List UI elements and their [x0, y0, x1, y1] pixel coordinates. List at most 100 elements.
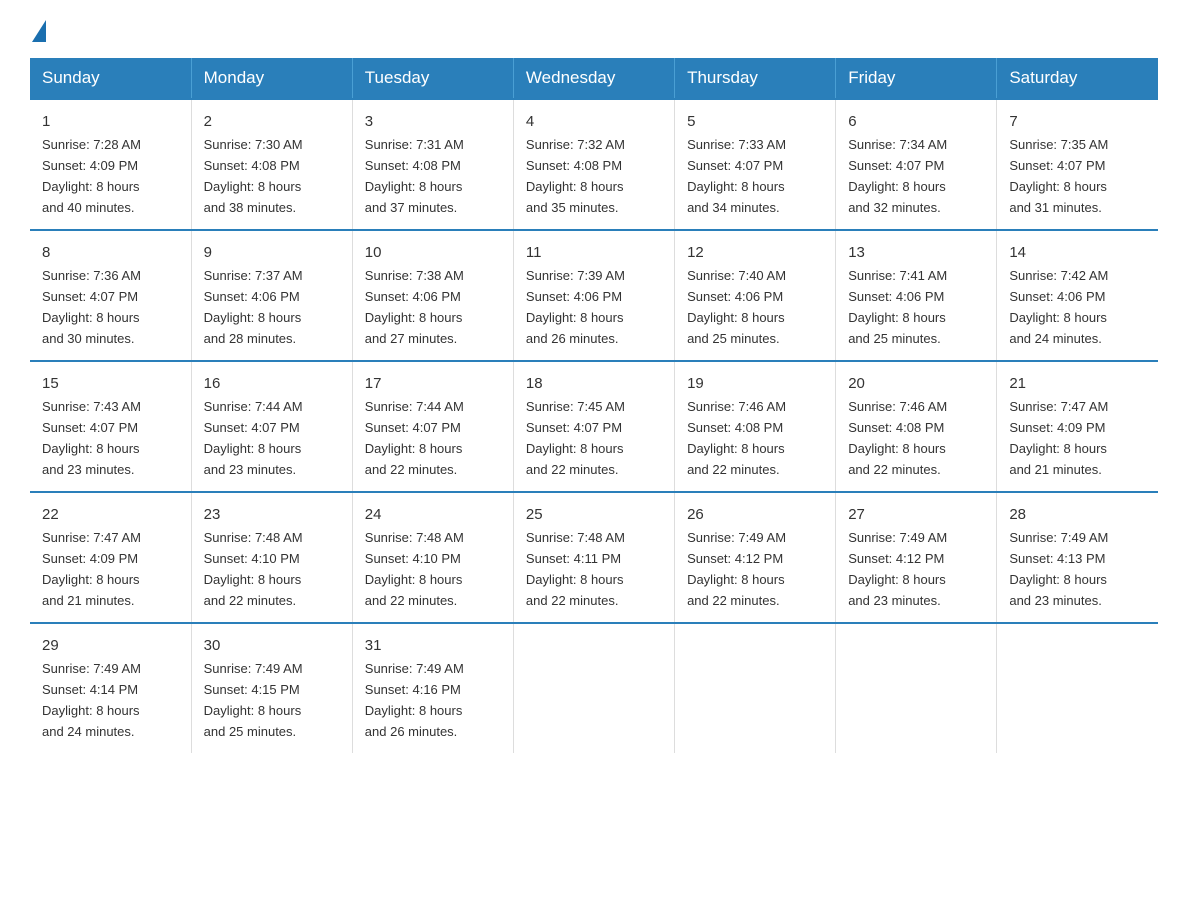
calendar-day-cell: 20 Sunrise: 7:46 AMSunset: 4:08 PMDaylig… — [836, 361, 997, 492]
day-info: Sunrise: 7:49 AMSunset: 4:16 PMDaylight:… — [365, 661, 464, 739]
day-info: Sunrise: 7:49 AMSunset: 4:15 PMDaylight:… — [204, 661, 303, 739]
calendar-day-cell: 24 Sunrise: 7:48 AMSunset: 4:10 PMDaylig… — [352, 492, 513, 623]
calendar-day-cell: 17 Sunrise: 7:44 AMSunset: 4:07 PMDaylig… — [352, 361, 513, 492]
calendar-empty-cell — [513, 623, 674, 753]
calendar-day-cell: 9 Sunrise: 7:37 AMSunset: 4:06 PMDayligh… — [191, 230, 352, 361]
day-number: 18 — [526, 372, 662, 395]
day-info: Sunrise: 7:41 AMSunset: 4:06 PMDaylight:… — [848, 268, 947, 346]
calendar-week-row: 1 Sunrise: 7:28 AMSunset: 4:09 PMDayligh… — [30, 99, 1158, 230]
day-number: 16 — [204, 372, 340, 395]
day-info: Sunrise: 7:30 AMSunset: 4:08 PMDaylight:… — [204, 137, 303, 215]
day-info: Sunrise: 7:36 AMSunset: 4:07 PMDaylight:… — [42, 268, 141, 346]
day-number: 20 — [848, 372, 984, 395]
day-info: Sunrise: 7:48 AMSunset: 4:10 PMDaylight:… — [365, 530, 464, 608]
day-number: 5 — [687, 110, 823, 133]
day-info: Sunrise: 7:49 AMSunset: 4:12 PMDaylight:… — [848, 530, 947, 608]
day-info: Sunrise: 7:35 AMSunset: 4:07 PMDaylight:… — [1009, 137, 1108, 215]
calendar-week-row: 29 Sunrise: 7:49 AMSunset: 4:14 PMDaylig… — [30, 623, 1158, 753]
day-info: Sunrise: 7:34 AMSunset: 4:07 PMDaylight:… — [848, 137, 947, 215]
calendar-week-row: 8 Sunrise: 7:36 AMSunset: 4:07 PMDayligh… — [30, 230, 1158, 361]
page-header — [30, 20, 1158, 38]
day-number: 10 — [365, 241, 501, 264]
calendar-day-cell: 21 Sunrise: 7:47 AMSunset: 4:09 PMDaylig… — [997, 361, 1158, 492]
day-info: Sunrise: 7:46 AMSunset: 4:08 PMDaylight:… — [848, 399, 947, 477]
calendar-day-cell: 6 Sunrise: 7:34 AMSunset: 4:07 PMDayligh… — [836, 99, 997, 230]
calendar-day-cell: 19 Sunrise: 7:46 AMSunset: 4:08 PMDaylig… — [675, 361, 836, 492]
day-number: 4 — [526, 110, 662, 133]
day-number: 14 — [1009, 241, 1146, 264]
day-number: 15 — [42, 372, 179, 395]
calendar-day-cell: 27 Sunrise: 7:49 AMSunset: 4:12 PMDaylig… — [836, 492, 997, 623]
day-number: 3 — [365, 110, 501, 133]
calendar-day-cell: 15 Sunrise: 7:43 AMSunset: 4:07 PMDaylig… — [30, 361, 191, 492]
weekday-header-row: SundayMondayTuesdayWednesdayThursdayFrid… — [30, 58, 1158, 99]
calendar-day-cell: 7 Sunrise: 7:35 AMSunset: 4:07 PMDayligh… — [997, 99, 1158, 230]
calendar-empty-cell — [997, 623, 1158, 753]
day-info: Sunrise: 7:49 AMSunset: 4:14 PMDaylight:… — [42, 661, 141, 739]
calendar-day-cell: 26 Sunrise: 7:49 AMSunset: 4:12 PMDaylig… — [675, 492, 836, 623]
weekday-header-friday: Friday — [836, 58, 997, 99]
day-number: 7 — [1009, 110, 1146, 133]
day-info: Sunrise: 7:42 AMSunset: 4:06 PMDaylight:… — [1009, 268, 1108, 346]
day-number: 23 — [204, 503, 340, 526]
day-number: 19 — [687, 372, 823, 395]
calendar-day-cell: 5 Sunrise: 7:33 AMSunset: 4:07 PMDayligh… — [675, 99, 836, 230]
day-number: 31 — [365, 634, 501, 657]
calendar-day-cell: 10 Sunrise: 7:38 AMSunset: 4:06 PMDaylig… — [352, 230, 513, 361]
calendar-day-cell: 25 Sunrise: 7:48 AMSunset: 4:11 PMDaylig… — [513, 492, 674, 623]
weekday-header-monday: Monday — [191, 58, 352, 99]
day-info: Sunrise: 7:32 AMSunset: 4:08 PMDaylight:… — [526, 137, 625, 215]
calendar-table: SundayMondayTuesdayWednesdayThursdayFrid… — [30, 58, 1158, 753]
weekday-header-tuesday: Tuesday — [352, 58, 513, 99]
day-number: 12 — [687, 241, 823, 264]
day-number: 28 — [1009, 503, 1146, 526]
calendar-week-row: 22 Sunrise: 7:47 AMSunset: 4:09 PMDaylig… — [30, 492, 1158, 623]
weekday-header-thursday: Thursday — [675, 58, 836, 99]
day-info: Sunrise: 7:43 AMSunset: 4:07 PMDaylight:… — [42, 399, 141, 477]
day-info: Sunrise: 7:48 AMSunset: 4:11 PMDaylight:… — [526, 530, 625, 608]
day-number: 22 — [42, 503, 179, 526]
day-info: Sunrise: 7:44 AMSunset: 4:07 PMDaylight:… — [365, 399, 464, 477]
calendar-empty-cell — [836, 623, 997, 753]
day-info: Sunrise: 7:45 AMSunset: 4:07 PMDaylight:… — [526, 399, 625, 477]
day-info: Sunrise: 7:48 AMSunset: 4:10 PMDaylight:… — [204, 530, 303, 608]
weekday-header-wednesday: Wednesday — [513, 58, 674, 99]
day-number: 24 — [365, 503, 501, 526]
day-number: 30 — [204, 634, 340, 657]
calendar-day-cell: 13 Sunrise: 7:41 AMSunset: 4:06 PMDaylig… — [836, 230, 997, 361]
calendar-day-cell: 29 Sunrise: 7:49 AMSunset: 4:14 PMDaylig… — [30, 623, 191, 753]
weekday-header-sunday: Sunday — [30, 58, 191, 99]
calendar-week-row: 15 Sunrise: 7:43 AMSunset: 4:07 PMDaylig… — [30, 361, 1158, 492]
day-info: Sunrise: 7:49 AMSunset: 4:12 PMDaylight:… — [687, 530, 786, 608]
logo — [30, 20, 46, 38]
day-info: Sunrise: 7:40 AMSunset: 4:06 PMDaylight:… — [687, 268, 786, 346]
day-number: 2 — [204, 110, 340, 133]
weekday-header-saturday: Saturday — [997, 58, 1158, 99]
calendar-day-cell: 1 Sunrise: 7:28 AMSunset: 4:09 PMDayligh… — [30, 99, 191, 230]
day-number: 17 — [365, 372, 501, 395]
day-number: 11 — [526, 241, 662, 264]
day-number: 26 — [687, 503, 823, 526]
calendar-day-cell: 4 Sunrise: 7:32 AMSunset: 4:08 PMDayligh… — [513, 99, 674, 230]
day-info: Sunrise: 7:31 AMSunset: 4:08 PMDaylight:… — [365, 137, 464, 215]
day-number: 25 — [526, 503, 662, 526]
calendar-day-cell: 3 Sunrise: 7:31 AMSunset: 4:08 PMDayligh… — [352, 99, 513, 230]
day-number: 29 — [42, 634, 179, 657]
day-info: Sunrise: 7:37 AMSunset: 4:06 PMDaylight:… — [204, 268, 303, 346]
day-number: 9 — [204, 241, 340, 264]
day-info: Sunrise: 7:47 AMSunset: 4:09 PMDaylight:… — [42, 530, 141, 608]
day-info: Sunrise: 7:44 AMSunset: 4:07 PMDaylight:… — [204, 399, 303, 477]
day-number: 21 — [1009, 372, 1146, 395]
calendar-day-cell: 31 Sunrise: 7:49 AMSunset: 4:16 PMDaylig… — [352, 623, 513, 753]
day-number: 13 — [848, 241, 984, 264]
calendar-day-cell: 14 Sunrise: 7:42 AMSunset: 4:06 PMDaylig… — [997, 230, 1158, 361]
calendar-day-cell: 30 Sunrise: 7:49 AMSunset: 4:15 PMDaylig… — [191, 623, 352, 753]
day-info: Sunrise: 7:33 AMSunset: 4:07 PMDaylight:… — [687, 137, 786, 215]
day-info: Sunrise: 7:38 AMSunset: 4:06 PMDaylight:… — [365, 268, 464, 346]
day-info: Sunrise: 7:46 AMSunset: 4:08 PMDaylight:… — [687, 399, 786, 477]
calendar-day-cell: 16 Sunrise: 7:44 AMSunset: 4:07 PMDaylig… — [191, 361, 352, 492]
day-info: Sunrise: 7:39 AMSunset: 4:06 PMDaylight:… — [526, 268, 625, 346]
calendar-day-cell: 22 Sunrise: 7:47 AMSunset: 4:09 PMDaylig… — [30, 492, 191, 623]
day-info: Sunrise: 7:47 AMSunset: 4:09 PMDaylight:… — [1009, 399, 1108, 477]
day-info: Sunrise: 7:49 AMSunset: 4:13 PMDaylight:… — [1009, 530, 1108, 608]
